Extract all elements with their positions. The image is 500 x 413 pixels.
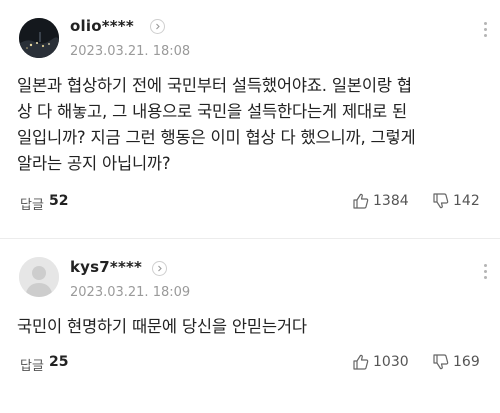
comment-footer: 답글 25 1030 169 xyxy=(0,353,500,374)
comment-body: 일본과 협상하기 전에 국민부터 설득했어야죠. 일본이랑 협 상 다 해놓고,… xyxy=(17,73,487,177)
comment-body-line: 알라는 공지 아닙니까? xyxy=(17,154,171,173)
default-avatar-icon xyxy=(19,257,59,297)
reply-button-label[interactable]: 답글 xyxy=(20,194,44,213)
comment-body: 국민이 현명하기 때문에 당신을 안믿는거다 xyxy=(17,314,487,340)
comment-date: 2023.03.21. 18:08 xyxy=(70,44,191,59)
like-count: 1384 xyxy=(373,193,409,209)
like-button[interactable]: 1384 xyxy=(352,192,409,210)
comment-body-line: 국민이 현명하기 때문에 당신을 안믿는거다 xyxy=(17,317,307,336)
comment-date: 2023.03.21. 18:09 xyxy=(70,285,191,300)
comment-divider xyxy=(0,238,500,239)
comment-item: kys7**** 2023.03.21. 18:09 국민이 현명하기 때문에 … xyxy=(0,240,500,413)
comment-footer: 답글 52 1384 142 xyxy=(0,192,500,213)
reply-button-label[interactable]: 답글 xyxy=(20,355,44,374)
user-avatar[interactable] xyxy=(19,18,59,58)
dislike-count: 169 xyxy=(453,354,480,370)
comment-body-line: 일본과 협상하기 전에 국민부터 설득했어야죠. 일본이랑 협 xyxy=(17,76,412,95)
dislike-button[interactable]: 169 xyxy=(432,353,480,371)
comment-body-line: 일입니까? 지금 그런 행동은 이미 협상 다 했으니까, 그렇게 xyxy=(17,128,416,147)
thumbs-up-icon xyxy=(353,354,369,370)
like-button[interactable]: 1030 xyxy=(352,353,409,371)
chevron-right-icon[interactable] xyxy=(152,261,167,276)
comment-username[interactable]: kys7**** xyxy=(70,258,142,276)
thumbs-up-icon xyxy=(353,193,369,209)
reply-count[interactable]: 25 xyxy=(49,354,68,370)
dislike-button[interactable]: 142 xyxy=(432,192,480,210)
comment-username[interactable]: olio**** xyxy=(70,17,134,35)
reply-count[interactable]: 52 xyxy=(49,193,68,209)
comment-item: olio**** 2023.03.21. 18:08 일본과 협상하기 전에 국… xyxy=(0,0,500,240)
chevron-right-icon[interactable] xyxy=(150,19,165,34)
thumbs-down-icon xyxy=(433,354,449,370)
more-vertical-icon[interactable] xyxy=(482,22,488,37)
dislike-count: 142 xyxy=(453,193,480,209)
more-vertical-icon[interactable] xyxy=(482,264,488,279)
thumbs-down-icon xyxy=(433,193,449,209)
like-count: 1030 xyxy=(373,354,409,370)
avatar-photo-image xyxy=(19,18,59,58)
comment-body-line: 상 다 해놓고, 그 내용으로 국민을 설득한다는게 제대로 된 xyxy=(17,102,407,121)
user-avatar[interactable] xyxy=(19,257,59,297)
